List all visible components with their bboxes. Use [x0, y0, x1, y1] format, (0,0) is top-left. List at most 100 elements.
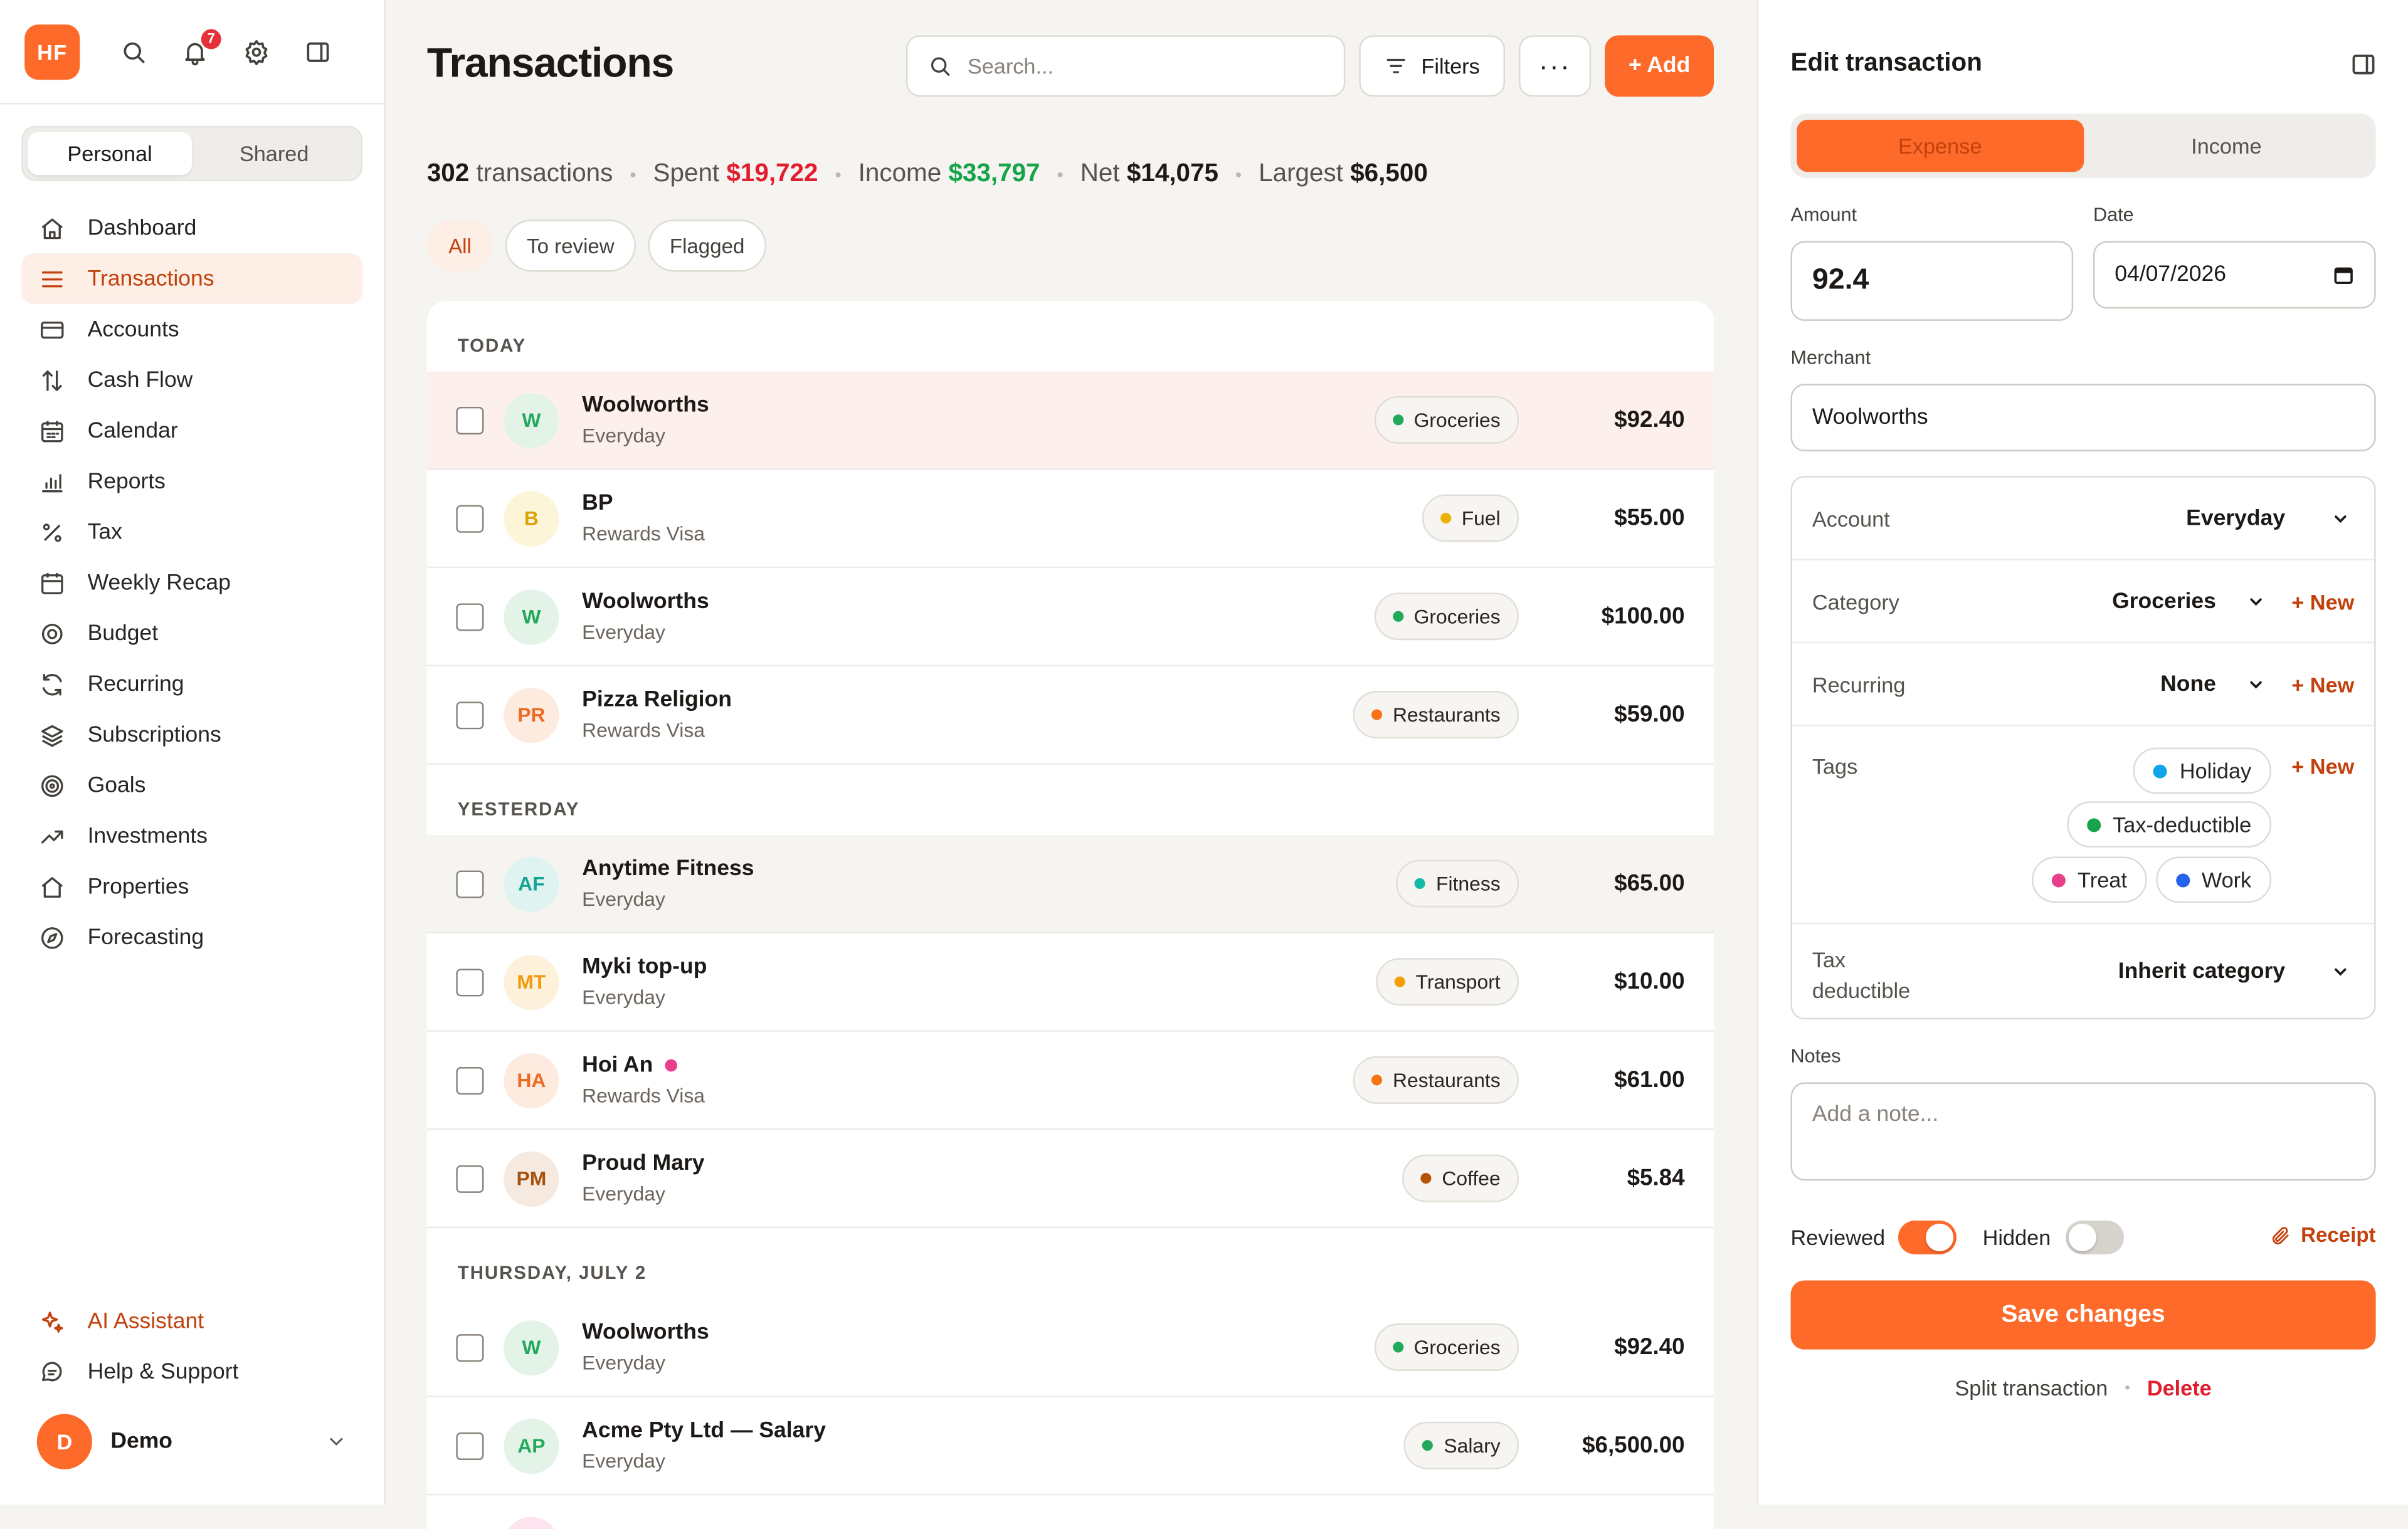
search-input[interactable]	[967, 53, 1306, 78]
sidebar-item-forecasting[interactable]: Forecasting	[21, 912, 362, 963]
filter-chip-to-review[interactable]: To review	[505, 219, 636, 272]
reviewed-toggle[interactable]	[1898, 1220, 1957, 1254]
row-checkbox[interactable]	[456, 968, 484, 996]
sidebar-item-subscriptions[interactable]: Subscriptions	[21, 709, 362, 760]
notes-field[interactable]	[1790, 1082, 2376, 1181]
category-pill[interactable]: Fitness	[1396, 859, 1519, 908]
gear-icon[interactable]	[243, 38, 270, 65]
sidebar-item-transactions[interactable]: Transactions	[21, 253, 362, 304]
account-row[interactable]: Account Everyday	[1792, 478, 2375, 560]
sidebar-item-properties[interactable]: Properties	[21, 861, 362, 912]
search-icon[interactable]	[120, 38, 147, 65]
tag-work[interactable]: Work	[2155, 856, 2272, 903]
delete-transaction-link[interactable]: Delete	[2147, 1375, 2212, 1400]
category-pill[interactable]: Restaurants	[1353, 691, 1519, 738]
panel-toggle-icon[interactable]	[2350, 51, 2377, 78]
row-checkbox[interactable]	[456, 700, 484, 729]
type-tab-income[interactable]: Income	[2083, 120, 2370, 172]
merchant-name-line: Proud Mary	[582, 1152, 1402, 1176]
sidebar-item-calendar[interactable]: Calendar	[21, 406, 362, 456]
more-options-button[interactable]: ···	[1519, 35, 1592, 97]
sidebar-item-dashboard[interactable]: Dashboard	[21, 202, 362, 253]
tag-treat[interactable]: Treat	[2031, 856, 2147, 903]
category-pill[interactable]: Transport	[1375, 958, 1519, 1006]
sidebar-item-recurring[interactable]: Recurring	[21, 659, 362, 710]
sidebar-item-reports[interactable]: Reports	[21, 456, 362, 507]
sidebar-toggle-icon[interactable]	[304, 38, 332, 65]
row-checkbox[interactable]	[456, 870, 484, 898]
target-icon	[41, 623, 63, 644]
category-pill[interactable]: Groceries	[1373, 396, 1519, 444]
sidebar-item-cash-flow[interactable]: Cash Flow	[21, 355, 362, 406]
sidebar-item-weekly-recap[interactable]: Weekly Recap	[21, 557, 362, 608]
table-row[interactable]: W Woolworths Everyday Groceries $92.40	[426, 371, 1714, 470]
bell-icon[interactable]: 7	[181, 26, 223, 65]
main-content: Transactions Filters ··· + Add 302 trans…	[385, 0, 1757, 1529]
merchant-value: Woolworths	[1812, 405, 1928, 430]
sidebar-item-help[interactable]: Help & Support	[21, 1347, 362, 1397]
sidebar-item-tax[interactable]: Tax	[21, 507, 362, 557]
row-checkbox[interactable]	[456, 1164, 484, 1192]
sidebar-item-investments[interactable]: Investments	[21, 811, 362, 861]
filter-chip-all[interactable]: All	[426, 219, 494, 272]
merchant-field[interactable]: Woolworths	[1790, 384, 2376, 452]
add-transaction-button[interactable]: + Add	[1605, 35, 1714, 97]
table-row[interactable]: PM Proud Mary Everyday Coffee $5.84	[426, 1130, 1714, 1229]
hidden-toggle[interactable]	[2065, 1220, 2124, 1254]
scope-tab-shared[interactable]: Shared	[192, 132, 356, 176]
table-row[interactable]: W Woolworths Everyday Groceries $100.00	[426, 568, 1714, 666]
category-pill[interactable]: Fuel	[1422, 494, 1519, 542]
sidebar-item-accounts[interactable]: Accounts	[21, 304, 362, 355]
recurring-row[interactable]: Recurring None + New	[1792, 643, 2375, 727]
amount-value: 92.4	[1812, 264, 1869, 297]
app-logo[interactable]: HF	[24, 23, 80, 80]
merchant-avatar: W	[504, 1319, 559, 1375]
row-checkbox[interactable]	[456, 406, 484, 434]
category-name: Restaurants	[1393, 703, 1501, 727]
row-checkbox[interactable]	[456, 602, 484, 631]
receipt-button[interactable]: Receipt	[2270, 1224, 2376, 1247]
new-category-link[interactable]: + New	[2291, 589, 2354, 614]
amount-field[interactable]: 92.4	[1790, 241, 2074, 321]
tag-holiday[interactable]: Holiday	[2133, 747, 2272, 794]
table-row[interactable]: AP Acme Pty Ltd — Salary Everyday Salary…	[426, 1397, 1714, 1496]
date-field[interactable]: 04/07/2026	[2093, 241, 2376, 309]
row-checkbox[interactable]	[456, 1431, 484, 1459]
scope-tab-personal[interactable]: Personal	[28, 132, 193, 176]
filters-button[interactable]: Filters	[1359, 35, 1506, 97]
category-pill[interactable]: Salary	[1403, 1421, 1519, 1469]
category-pill[interactable]: Restaurants	[1353, 1056, 1519, 1104]
user-menu[interactable]: D Demo	[21, 1397, 362, 1486]
filter-chip-flagged[interactable]: Flagged	[648, 219, 766, 272]
tag-tax-deductible[interactable]: Tax-deductible	[2066, 801, 2272, 848]
sidebar-item-goals[interactable]: Goals	[21, 760, 362, 811]
new-tag-link[interactable]: + New	[2291, 754, 2354, 778]
merchant-name: Anytime Fitness	[582, 856, 754, 881]
sidebar-item-budget[interactable]: Budget	[21, 608, 362, 659]
sidebar-item-label: Weekly Recap	[87, 570, 231, 595]
category-row[interactable]: Category Groceries + New	[1792, 560, 2375, 644]
merchant-avatar: AF	[504, 856, 559, 912]
category-pill[interactable]: Groceries	[1373, 1323, 1519, 1371]
category-pill[interactable]: Coffee	[1402, 1154, 1519, 1202]
category-color-dot	[1420, 1173, 1432, 1184]
table-row[interactable]: HA Hoi An Rewards Visa Restaurants $61.0…	[426, 1032, 1714, 1130]
row-checkbox[interactable]	[456, 504, 484, 532]
save-changes-button[interactable]: Save changes	[1790, 1280, 2376, 1350]
type-tab-expense[interactable]: Expense	[1797, 120, 2084, 172]
row-checkbox[interactable]	[456, 1333, 484, 1362]
split-transaction-link[interactable]: Split transaction	[1955, 1375, 2108, 1400]
table-row[interactable]: W Woolworths Everyday Groceries $92.40	[426, 1299, 1714, 1397]
category-pill[interactable]: Groceries	[1373, 592, 1519, 641]
table-row[interactable]: PR Pizza Religion Rewards Visa Restauran…	[426, 666, 1714, 765]
calendar-icon[interactable]	[2333, 264, 2354, 285]
table-row[interactable]: B BP Rewards Visa Fuel $55.00	[426, 470, 1714, 569]
sidebar-item-ai-assistant[interactable]: AI Assistant	[21, 1296, 362, 1347]
table-row[interactable]: AF Anytime Fitness Everyday Fitness $65.…	[426, 835, 1714, 933]
table-row[interactable]: MT Myki top-up Everyday Transport $10.00	[426, 933, 1714, 1032]
tax-deductible-row[interactable]: Tax deductible Inherit category	[1792, 924, 2374, 1021]
row-checkbox[interactable]	[456, 1066, 484, 1094]
tax-label-line-2: deductible	[1812, 978, 1911, 1003]
table-row[interactable]: Eventbrite	[427, 1495, 1714, 1529]
new-recurring-link[interactable]: + New	[2291, 673, 2354, 697]
